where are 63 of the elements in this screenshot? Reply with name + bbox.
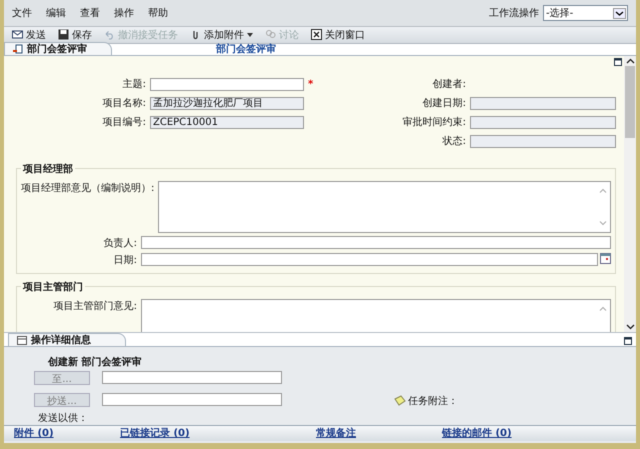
dropdown-icon — [613, 8, 626, 18]
scroll-down-icon — [599, 220, 607, 226]
people-icon — [265, 29, 276, 40]
scroll-up-icon — [599, 306, 607, 310]
field-label: 项目编号: — [102, 116, 146, 129]
menu-item[interactable]: 帮助 — [148, 6, 168, 20]
scroll-up-icon[interactable] — [626, 58, 634, 64]
maximize-icon[interactable] — [614, 58, 622, 66]
text-field[interactable] — [141, 236, 611, 248]
text-field[interactable]: 孟加拉沙迦拉化肥厂项目 — [150, 96, 304, 110]
scrollbar[interactable] — [624, 56, 636, 332]
section-title: 项目经理部 — [22, 162, 74, 176]
undo-icon — [104, 29, 115, 40]
calendar-icon[interactable] — [600, 252, 611, 264]
scroll-up-icon — [599, 188, 607, 192]
workflow-label: 工作流操作 — [489, 6, 539, 20]
caret-icon — [247, 32, 253, 37]
menu-item[interactable]: 编辑 — [46, 6, 66, 20]
menu-item[interactable]: 查看 — [80, 6, 100, 20]
field-label: 项目经理部意见（编制说明）: — [21, 182, 154, 194]
text-area[interactable] — [158, 180, 611, 232]
field-label: 项目主管部门意见: — [52, 300, 137, 312]
field-label: 项目名称: — [102, 97, 146, 110]
toolbar-button[interactable]: 发送 — [8, 28, 50, 42]
text-field[interactable] — [470, 96, 616, 110]
menu-item[interactable]: 操作 — [114, 6, 134, 20]
text-field[interactable] — [470, 116, 616, 128]
fyi-label: 发送以供： — [38, 412, 89, 424]
toolbar-button[interactable]: 关闭窗口 — [307, 28, 369, 42]
date-field[interactable] — [141, 252, 598, 266]
tab-link[interactable]: 常规备注 — [316, 426, 442, 440]
field-label: 负责人: — [102, 236, 137, 250]
cc-field[interactable] — [102, 393, 282, 406]
tab-link[interactable]: 已链接记录 (0) — [120, 426, 316, 440]
workflow-select[interactable]: -选择- — [543, 5, 628, 21]
required-marker: * — [308, 78, 314, 90]
field-label: 审批时间约束: — [402, 116, 466, 129]
envelope-icon — [12, 29, 23, 40]
recipient-field[interactable] — [102, 371, 282, 384]
text-field[interactable] — [470, 134, 616, 148]
menu-item[interactable]: 文件 — [12, 6, 32, 20]
field-label: 创建日期: — [422, 96, 466, 110]
text-field[interactable]: ZCEPC10001 — [150, 116, 304, 128]
field-label: 主题: — [122, 78, 146, 91]
field-label: 状态: — [442, 134, 466, 148]
note-icon — [394, 395, 406, 406]
form-heading: 部门会签评审 — [216, 42, 276, 56]
details-heading: 创建新 部门会签评审 — [48, 355, 142, 368]
toolbar-button[interactable]: 保存 — [54, 28, 96, 42]
field-label: 日期: — [112, 254, 137, 266]
close-icon — [311, 29, 322, 40]
maximize-icon[interactable] — [624, 336, 632, 344]
toolbar-button[interactable]: 添加附件 — [186, 28, 257, 42]
field-label: 创建者: — [432, 78, 466, 91]
scroll-thumb[interactable] — [625, 66, 635, 138]
panel-tab[interactable]: 部门会签评审 — [4, 42, 112, 54]
section-title: 项目主管部门 — [22, 280, 84, 294]
scroll-down-icon[interactable] — [626, 324, 634, 330]
tab-link[interactable]: 附件 (0) — [14, 426, 120, 440]
field-label: 任务附注： — [408, 394, 458, 408]
details-tab[interactable]: 操作详细信息 — [8, 332, 126, 346]
tab-link[interactable]: 链接的邮件 (0) — [442, 426, 512, 440]
text-field[interactable] — [150, 78, 304, 90]
